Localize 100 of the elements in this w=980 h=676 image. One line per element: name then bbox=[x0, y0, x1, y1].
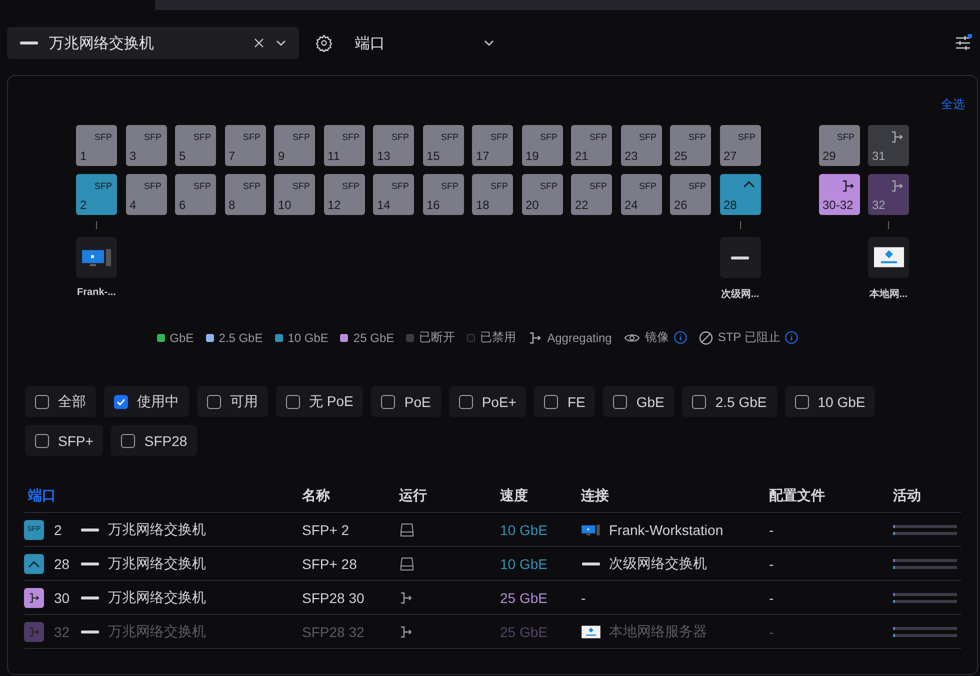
port-type-label: SFP bbox=[540, 132, 558, 142]
port-number: 21 bbox=[575, 149, 588, 163]
device-label: 本地网... bbox=[869, 288, 908, 301]
port-number: 24 bbox=[624, 198, 638, 212]
filter-checkbox[interactable]: PoE bbox=[371, 386, 441, 417]
port-tile[interactable]: SFP 22 bbox=[571, 174, 612, 215]
port-type-label: SFP bbox=[391, 132, 409, 142]
port-tile[interactable]: SFP 5 bbox=[175, 125, 216, 166]
port-tile[interactable]: SFP 24 bbox=[620, 174, 662, 215]
port-tile[interactable]: SFP 21 bbox=[571, 125, 612, 166]
port-tile[interactable]: SFP 20 bbox=[522, 174, 562, 215]
port-tile[interactable]: SFP 10 bbox=[274, 174, 315, 215]
port-tile[interactable]: SFP 16 bbox=[422, 174, 464, 215]
table-row[interactable]: 32 万兆网络交换机 SFP28 32 25 GbE 本地网络服务器 - bbox=[24, 615, 961, 649]
port-tile[interactable]: SFP 18 bbox=[472, 174, 513, 215]
close-icon[interactable] bbox=[253, 37, 265, 49]
port-type-label: SFP bbox=[144, 181, 162, 191]
port-tile[interactable]: 28 bbox=[720, 174, 760, 215]
port-tile[interactable]: SFP 23 bbox=[620, 125, 662, 166]
device-thumbnail[interactable] bbox=[868, 237, 909, 278]
port-number: 22 bbox=[575, 198, 588, 212]
filter-checkbox[interactable]: 可用 bbox=[197, 386, 268, 417]
port-tile[interactable]: SFP 11 bbox=[324, 125, 364, 166]
column-header[interactable]: 活动 bbox=[889, 487, 961, 505]
port-type-label: SFP bbox=[638, 132, 656, 142]
settings-button[interactable] bbox=[315, 34, 333, 52]
port-tile[interactable]: SFP 7 bbox=[224, 125, 266, 166]
checkbox[interactable] bbox=[544, 394, 558, 408]
device-label: 次级网... bbox=[720, 288, 760, 301]
info-icon[interactable] bbox=[785, 331, 798, 344]
port-tile[interactable]: SFP 25 bbox=[670, 125, 711, 166]
filter-checkbox[interactable]: FE bbox=[534, 386, 596, 417]
view-select[interactable]: 端口 bbox=[355, 34, 495, 52]
port-tile[interactable]: SFP 13 bbox=[373, 125, 414, 166]
aggregate-icon bbox=[890, 130, 904, 144]
filter-checkbox[interactable]: 10 GbE bbox=[784, 386, 876, 417]
activity-bars-drawing bbox=[893, 558, 957, 570]
column-header[interactable]: 速度 bbox=[496, 487, 577, 505]
port-tile[interactable]: SFP 3 bbox=[126, 125, 166, 166]
port-number: 3 bbox=[130, 149, 136, 163]
port-tile[interactable]: SFP 27 bbox=[720, 125, 760, 166]
port-tile[interactable]: SFP 14 bbox=[373, 174, 414, 215]
port-tile[interactable]: 30-32 bbox=[818, 174, 860, 215]
checkbox[interactable] bbox=[35, 434, 49, 448]
port-tile[interactable]: SFP 1 bbox=[76, 125, 117, 166]
port-tile[interactable]: SFP 6 bbox=[175, 174, 216, 215]
filter-checkbox[interactable]: 全部 bbox=[25, 386, 96, 417]
port-number: 28 bbox=[724, 198, 737, 212]
device-thumbnail[interactable] bbox=[76, 237, 117, 278]
filter-checkbox[interactable]: GbE bbox=[603, 386, 674, 417]
port-tile[interactable]: SFP 26 bbox=[670, 174, 711, 215]
checkbox[interactable] bbox=[121, 434, 136, 448]
port-tile[interactable]: 32 bbox=[868, 174, 909, 215]
checkbox[interactable] bbox=[207, 394, 221, 408]
workstation-icon bbox=[80, 248, 112, 268]
port-tile[interactable]: SFP 4 bbox=[126, 174, 166, 215]
checkbox[interactable] bbox=[794, 394, 809, 408]
checkbox[interactable] bbox=[381, 394, 396, 408]
port-tile[interactable]: SFP 15 bbox=[422, 125, 464, 166]
filter-checkbox[interactable]: SFP+ bbox=[25, 425, 104, 456]
port-type-label: SFP bbox=[144, 132, 162, 142]
column-header[interactable]: 端口 bbox=[24, 487, 298, 505]
select-all-link[interactable]: 全选 bbox=[941, 96, 965, 113]
column-header[interactable]: 运行 bbox=[395, 487, 496, 505]
checkbox[interactable] bbox=[613, 394, 628, 408]
server-icon bbox=[872, 246, 904, 269]
table-row[interactable]: 28 万兆网络交换机 SFP+ 28 10 GbE 次级网络交换机 - bbox=[24, 547, 961, 581]
checkbox[interactable] bbox=[286, 394, 300, 408]
port-tile[interactable]: SFP 8 bbox=[224, 174, 266, 215]
checkbox[interactable] bbox=[35, 394, 49, 408]
port-tile[interactable]: SFP 17 bbox=[472, 125, 513, 166]
filter-checkbox[interactable]: SFP28 bbox=[111, 425, 198, 456]
checkbox[interactable] bbox=[114, 394, 128, 408]
port-tile[interactable]: SFP 2 bbox=[76, 174, 117, 215]
filter-checkbox[interactable]: 使用中 bbox=[104, 386, 189, 417]
checkbox[interactable] bbox=[458, 394, 473, 408]
port-tile[interactable]: SFP 9 bbox=[274, 125, 315, 166]
table-row[interactable]: 30 万兆网络交换机 SFP28 30 25 GbE - - bbox=[24, 581, 961, 615]
column-header[interactable]: 名称 bbox=[298, 487, 395, 505]
eye-icon bbox=[624, 332, 640, 344]
port-tile[interactable]: SFP 19 bbox=[522, 125, 562, 166]
device-select[interactable]: 万兆网络交换机 bbox=[7, 27, 299, 59]
table-cell-text: SFP+ 28 bbox=[301, 556, 358, 572]
port-number: 9 bbox=[278, 149, 285, 163]
info-icon[interactable] bbox=[674, 331, 687, 344]
filter-checkbox[interactable]: 2.5 GbE bbox=[682, 386, 777, 417]
filter-checkbox[interactable]: PoE+ bbox=[448, 386, 526, 417]
port-tile[interactable]: SFP 12 bbox=[324, 174, 364, 215]
device-thumbnail[interactable] bbox=[720, 237, 760, 278]
checkbox[interactable] bbox=[692, 394, 706, 408]
table-cell-text: - bbox=[768, 590, 775, 606]
column-header[interactable]: 连接 bbox=[577, 487, 765, 505]
filter-settings-button[interactable] bbox=[954, 34, 972, 52]
filter-checkbox[interactable]: 无 PoE bbox=[276, 386, 364, 417]
port-number: 20 bbox=[526, 198, 539, 212]
port-tile[interactable]: SFP 29 bbox=[818, 125, 860, 166]
column-header[interactable]: 配置文件 bbox=[765, 487, 889, 505]
port-number: 29 bbox=[822, 149, 836, 163]
port-number: 15 bbox=[426, 149, 440, 163]
port-tile[interactable]: 31 bbox=[868, 125, 909, 166]
